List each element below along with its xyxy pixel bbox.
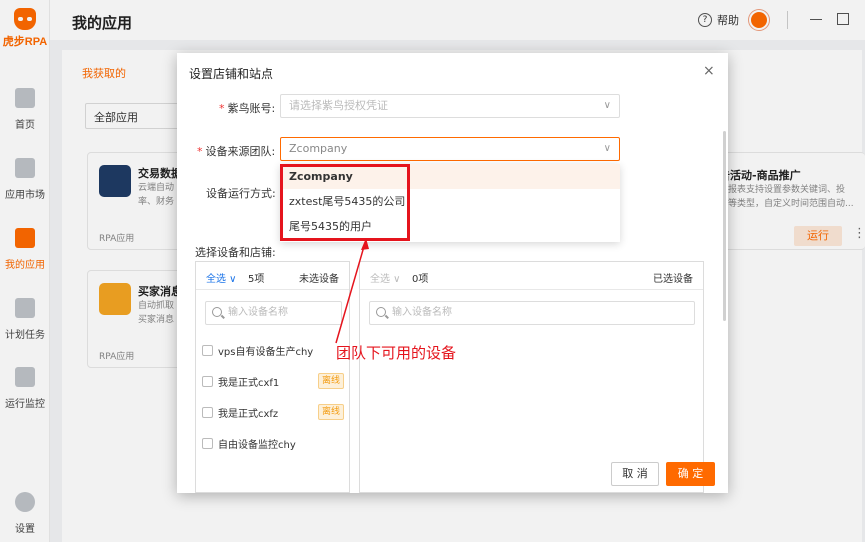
panel-header: 全选 ∨ 5项 未选设备 [196, 262, 349, 290]
list-item[interactable]: 我是正式cxf1 离线 [196, 369, 348, 393]
cancel-button[interactable]: 取 消 [611, 462, 659, 486]
search-icon [212, 307, 222, 317]
checkbox[interactable] [202, 344, 213, 356]
status-badge: 离线 [317, 373, 344, 389]
scrollbar[interactable] [723, 131, 726, 321]
item-count: 0项 [412, 274, 429, 285]
select-all-toggle[interactable]: 全选 ∨ [206, 270, 237, 285]
close-icon[interactable]: × [703, 63, 715, 79]
panel-title: 已选设备 [653, 274, 693, 285]
ok-button[interactable]: 确 定 [666, 462, 715, 486]
device-search-input[interactable]: 输入设备名称 [205, 301, 342, 325]
list-item[interactable]: vps自有设备生产chy [196, 338, 348, 362]
checkbox[interactable] [202, 375, 213, 387]
account-field-label: * 紫鸟账号: [219, 102, 276, 115]
device-search-input[interactable]: 输入设备名称 [369, 301, 695, 325]
section-label: 选择设备和店铺: [195, 246, 276, 259]
checkbox[interactable] [202, 406, 213, 418]
annotation-text: 团队下可用的设备 [336, 344, 457, 362]
account-select[interactable]: 请选择紫鸟授权凭证 ∨ [280, 94, 620, 118]
status-badge: 离线 [317, 404, 344, 420]
device-name: 我是正式cxf1 [218, 377, 280, 389]
device-name: vps自有设备生产chy [218, 346, 314, 358]
chevron-down-icon: ∨ [603, 100, 611, 111]
dialog-title: 设置店铺和站点 [189, 67, 274, 81]
store-site-dialog: 设置店铺和站点 × * 紫鸟账号: 请选择紫鸟授权凭证 ∨ * 设备来源团队: Zco… [177, 53, 728, 493]
chevron-down-icon: ∨ [603, 143, 611, 154]
select-all-toggle[interactable]: 全选 ∨ [370, 270, 401, 285]
search-icon [376, 307, 386, 317]
annotation-highlight-box [280, 164, 410, 241]
unselected-devices-panel: 全选 ∨ 5项 未选设备 输入设备名称 vps自有设备生产chy 我是正式cxf… [195, 261, 350, 493]
team-field-label: * 设备来源团队: [197, 145, 276, 158]
run-mode-label: 设备运行方式: [206, 187, 276, 200]
panel-title: 未选设备 [299, 274, 339, 285]
list-item[interactable]: 自由设备监控chy [196, 431, 348, 455]
team-select[interactable]: Zcompany ∨ [280, 137, 620, 161]
panel-header: 全选 ∨ 0项 已选设备 [360, 262, 703, 290]
device-name: 自由设备监控chy [218, 439, 296, 451]
list-item[interactable]: 我是正式cxfz 离线 [196, 400, 348, 424]
device-name: 我是正式cxfz [218, 408, 279, 420]
item-count: 5项 [248, 274, 265, 285]
checkbox[interactable] [202, 437, 213, 449]
selected-devices-panel: 全选 ∨ 0项 已选设备 输入设备名称 [359, 261, 704, 493]
